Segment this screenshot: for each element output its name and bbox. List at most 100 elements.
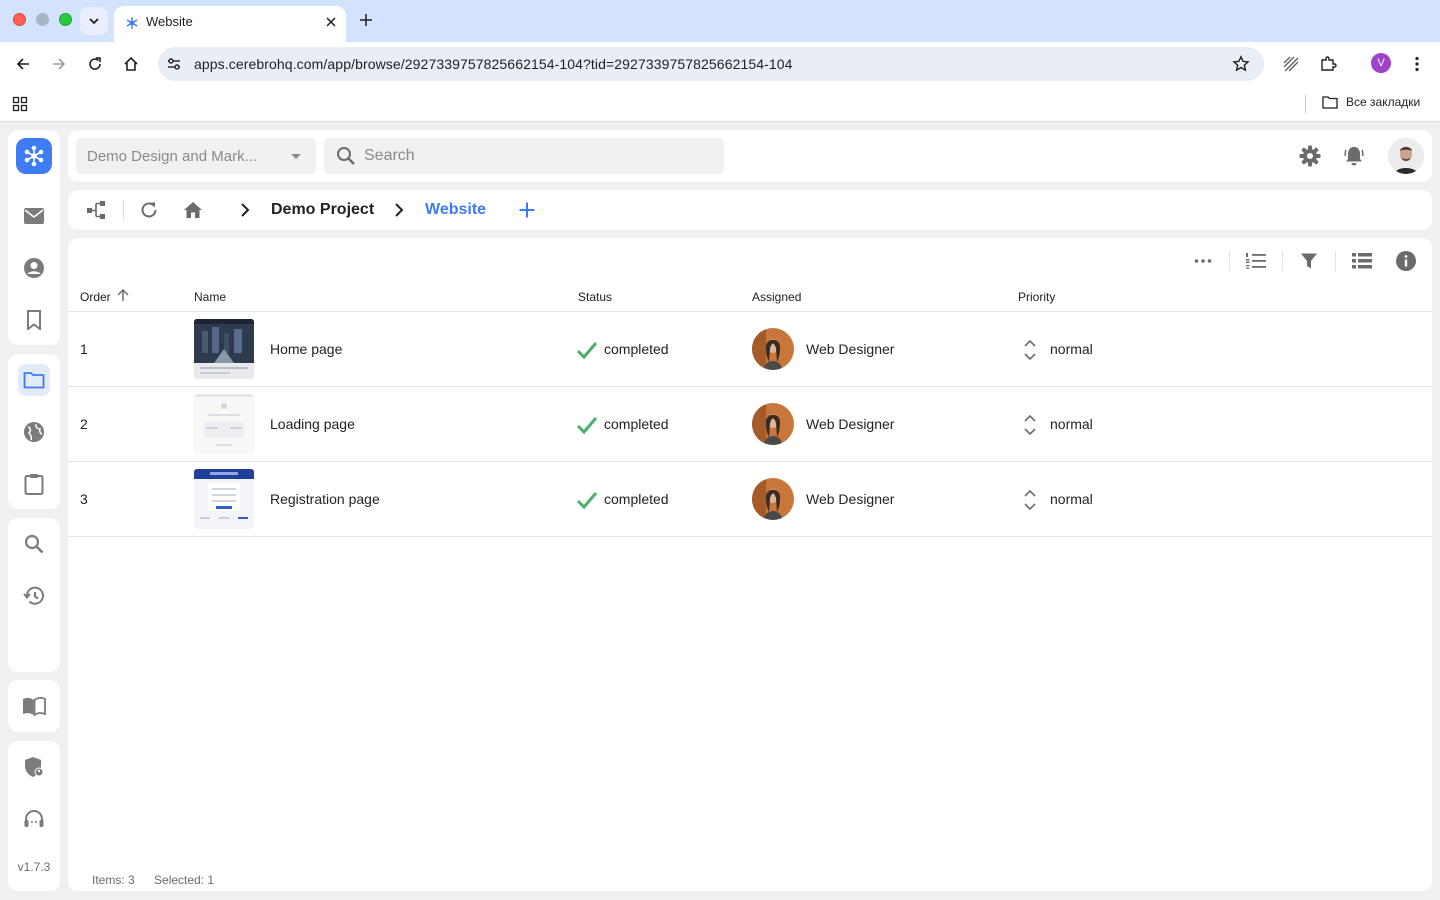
info-icon bbox=[1396, 251, 1416, 271]
tab-search-button[interactable] bbox=[80, 7, 108, 35]
search-input[interactable] bbox=[364, 138, 714, 174]
plus-icon bbox=[360, 14, 372, 26]
globe-icon bbox=[24, 422, 44, 442]
column-header-order[interactable]: Order bbox=[80, 290, 111, 304]
breadcrumb-item-current[interactable]: Website bbox=[425, 201, 486, 219]
notifications-button[interactable] bbox=[1342, 144, 1366, 168]
rail-history-button[interactable] bbox=[18, 580, 50, 612]
row-name[interactable]: Home page bbox=[270, 341, 342, 357]
sort-ascending-icon[interactable] bbox=[116, 288, 130, 302]
toolbar-separator bbox=[1282, 251, 1283, 271]
table-row[interactable]: 1 Home page completed Web Designer norma… bbox=[68, 312, 1432, 387]
column-header-status[interactable]: Status bbox=[578, 290, 612, 304]
rail-group-tools bbox=[8, 518, 60, 672]
refresh-icon bbox=[141, 202, 157, 218]
more-vertical-icon bbox=[1415, 56, 1419, 72]
chevron-right-icon bbox=[395, 203, 404, 217]
settings-button[interactable] bbox=[1298, 144, 1322, 168]
project-selector-value: Demo Design and Mark... bbox=[87, 148, 258, 165]
user-avatar[interactable] bbox=[1388, 138, 1424, 174]
extensions-menu-button[interactable] bbox=[1316, 52, 1340, 76]
forward-button[interactable] bbox=[47, 52, 71, 76]
puzzle-icon bbox=[1321, 56, 1337, 71]
assignee-photo-icon bbox=[752, 328, 794, 370]
info-button[interactable] bbox=[1393, 248, 1419, 274]
numbered-list-button[interactable] bbox=[1243, 248, 1269, 274]
window-minimize-button[interactable] bbox=[36, 13, 49, 26]
all-bookmarks-button[interactable]: Все закладки bbox=[1322, 95, 1420, 109]
task-thumbnail[interactable] bbox=[194, 319, 254, 379]
task-thumbnail[interactable] bbox=[194, 469, 254, 529]
table-row[interactable]: 3 Registration page completed Web Design… bbox=[68, 462, 1432, 537]
column-header-priority[interactable]: Priority bbox=[1018, 290, 1055, 304]
task-thumbnail[interactable] bbox=[194, 394, 254, 454]
browser-tab-active[interactable]: Website bbox=[114, 6, 346, 42]
window-maximize-button[interactable] bbox=[59, 13, 72, 26]
breadcrumb-item-project[interactable]: Demo Project bbox=[271, 201, 374, 219]
table-header: Order Name Status Assigned Priority bbox=[68, 284, 1432, 312]
apps-grid-icon[interactable] bbox=[12, 96, 28, 112]
row-assigned: Web Designer bbox=[806, 416, 895, 432]
cerebro-logo-icon bbox=[24, 145, 44, 167]
rail-docs-button[interactable] bbox=[18, 690, 50, 722]
tab-close-button[interactable] bbox=[322, 13, 340, 31]
check-icon bbox=[576, 342, 598, 360]
bookmark-star-icon[interactable] bbox=[1232, 55, 1250, 73]
rail-bookmarks-button[interactable] bbox=[18, 304, 50, 336]
list-view-button[interactable] bbox=[1349, 248, 1375, 274]
priority-updown-icon[interactable] bbox=[1019, 488, 1041, 512]
mail-icon bbox=[24, 208, 44, 224]
browser-toolbar: apps.cerebrohq.com/app/browse/2927339757… bbox=[0, 42, 1440, 86]
priority-updown-icon[interactable] bbox=[1019, 413, 1041, 437]
column-header-name[interactable]: Name bbox=[194, 290, 226, 304]
address-bar[interactable]: apps.cerebrohq.com/app/browse/2927339757… bbox=[158, 47, 1264, 81]
chevron-right-icon bbox=[241, 203, 250, 217]
plus-icon bbox=[519, 202, 535, 218]
column-header-assigned[interactable]: Assigned bbox=[752, 290, 801, 304]
row-name[interactable]: Registration page bbox=[270, 491, 380, 507]
project-selector[interactable]: Demo Design and Mark... bbox=[76, 138, 316, 174]
rail-web-button[interactable] bbox=[18, 416, 50, 448]
chevron-down-icon bbox=[89, 18, 99, 25]
striped-extension-icon bbox=[1283, 56, 1299, 72]
home-breadcrumb-button[interactable] bbox=[181, 198, 205, 222]
breadcrumb-separator-line bbox=[123, 200, 124, 220]
row-name[interactable]: Loading page bbox=[270, 416, 355, 432]
rail-security-button[interactable] bbox=[18, 751, 50, 783]
rail-support-button[interactable] bbox=[18, 803, 50, 835]
add-task-button[interactable] bbox=[515, 198, 539, 222]
rail-tasks-button[interactable] bbox=[18, 468, 50, 500]
rail-search-button[interactable] bbox=[18, 528, 50, 560]
rail-profile-button[interactable] bbox=[18, 252, 50, 284]
table-toolbar bbox=[68, 238, 1432, 284]
loading-page-thumbnail-image bbox=[194, 394, 254, 454]
browser-menu-button[interactable] bbox=[1405, 52, 1429, 76]
reload-button[interactable] bbox=[83, 52, 107, 76]
refresh-button[interactable] bbox=[137, 198, 161, 222]
home-button[interactable] bbox=[119, 52, 143, 76]
app-logo[interactable] bbox=[16, 138, 52, 174]
new-tab-button[interactable] bbox=[356, 10, 376, 30]
arrow-right-icon bbox=[53, 58, 66, 70]
task-list-panel: Order Name Status Assigned Priority 1 Ho… bbox=[68, 238, 1432, 891]
back-button[interactable] bbox=[11, 52, 35, 76]
table-row[interactable]: 2 Loading page completed Web Designer no… bbox=[68, 387, 1432, 462]
search-field[interactable] bbox=[324, 138, 724, 174]
rail-group-admin: v1.7.3 bbox=[8, 741, 60, 891]
extension-button[interactable] bbox=[1279, 52, 1303, 76]
window-close-button[interactable] bbox=[13, 13, 26, 26]
selected-count: Selected: 1 bbox=[154, 873, 215, 887]
profile-avatar[interactable]: V bbox=[1371, 53, 1391, 73]
rail-browse-button[interactable] bbox=[18, 364, 50, 396]
home-icon bbox=[184, 202, 202, 218]
all-bookmarks-label: Все закладки bbox=[1346, 95, 1421, 109]
row-order: 2 bbox=[80, 416, 88, 432]
hierarchy-button[interactable] bbox=[84, 198, 108, 222]
tab-title: Website bbox=[146, 14, 193, 29]
assignee-avatar bbox=[752, 328, 794, 370]
more-options-button[interactable] bbox=[1190, 248, 1216, 274]
hierarchy-icon bbox=[87, 201, 105, 219]
priority-updown-icon[interactable] bbox=[1019, 338, 1041, 362]
rail-inbox-button[interactable] bbox=[18, 200, 50, 232]
filter-button[interactable] bbox=[1296, 248, 1322, 274]
